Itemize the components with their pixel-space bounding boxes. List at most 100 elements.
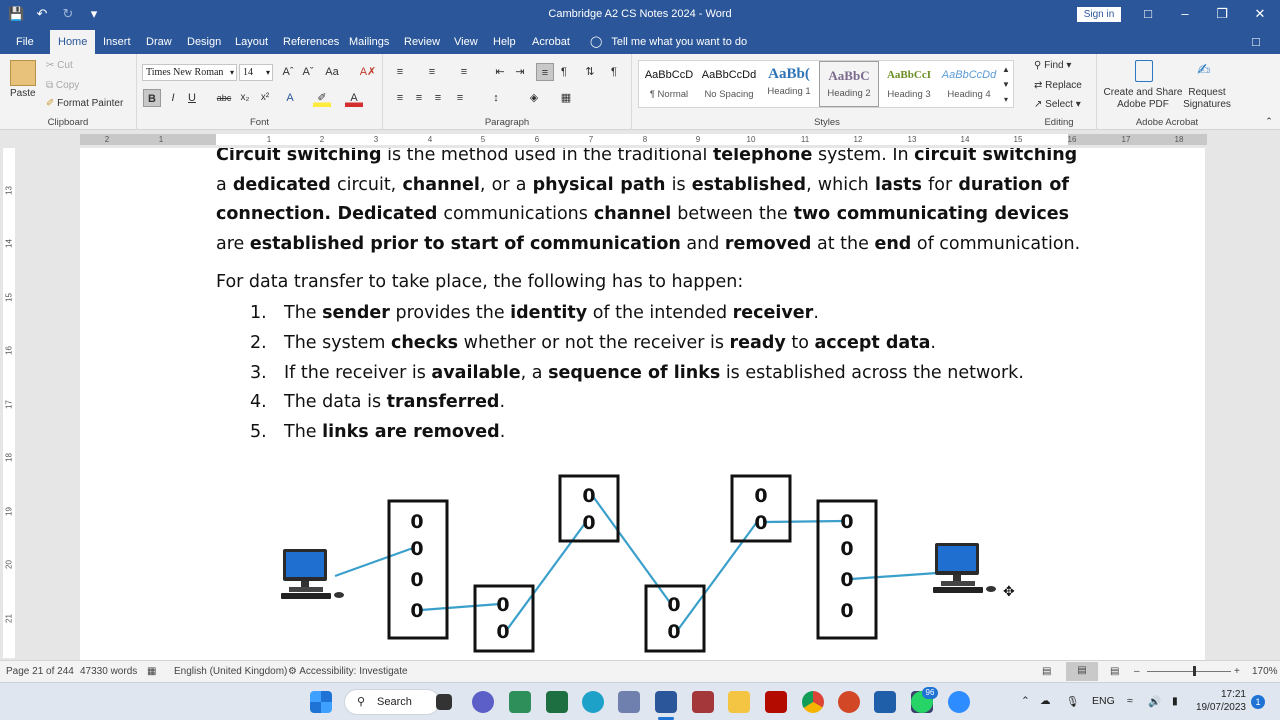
borders-icon[interactable]: ▦ bbox=[557, 89, 575, 107]
style-heading-4[interactable]: AaBbCcDd Heading 4 bbox=[939, 61, 999, 107]
tell-me-search[interactable]: ◯ Tell me what you want to do bbox=[590, 30, 747, 54]
replace-button[interactable]: ⇄ Replace bbox=[1034, 80, 1082, 91]
decrease-indent-icon[interactable]: ⇤ bbox=[491, 63, 509, 81]
tab-view[interactable]: View bbox=[454, 30, 478, 54]
close-button[interactable]: ✕ bbox=[1250, 5, 1270, 23]
horizontal-ruler[interactable]: 2 1 1 2 3 4 5 6 7 8 9 10 11 12 13 14 15 16 17 18 bbox=[0, 131, 1280, 148]
taskbar-search[interactable]: ⚲ Search bbox=[344, 689, 440, 715]
print-layout-icon[interactable]: ▤ bbox=[1066, 662, 1098, 681]
superscript-button[interactable]: x² bbox=[256, 89, 274, 107]
zoom-out-button[interactable]: – bbox=[1134, 666, 1140, 677]
web-layout-icon[interactable]: ▤ bbox=[1110, 666, 1119, 677]
access-icon[interactable] bbox=[692, 691, 714, 713]
select-button[interactable]: ↗ Select ▾ bbox=[1034, 99, 1081, 110]
tab-file[interactable]: File bbox=[16, 30, 34, 54]
italic-button[interactable]: I bbox=[164, 89, 182, 107]
word-count[interactable]: 47330 words bbox=[80, 666, 137, 677]
show-hidden-icons[interactable]: ⌃ bbox=[1021, 695, 1030, 707]
style-heading-2[interactable]: AaBbC Heading 2 bbox=[819, 61, 879, 107]
create-share-pdf-button[interactable]: Create and Share Adobe PDF bbox=[1103, 87, 1183, 111]
justify-icon[interactable]: ≡ bbox=[451, 89, 469, 107]
tab-mailings[interactable]: Mailings bbox=[349, 30, 389, 54]
format-painter-button[interactable]: ✐ Format Painter bbox=[46, 98, 123, 109]
underline-button[interactable]: U bbox=[183, 89, 201, 107]
styles-more-icon[interactable]: ▾ bbox=[999, 91, 1013, 109]
minimize-button[interactable]: – bbox=[1175, 5, 1195, 23]
paragraph-direction-icon[interactable]: ¶ bbox=[555, 63, 573, 81]
numbering-icon[interactable]: ≡ bbox=[423, 63, 441, 81]
excel-icon[interactable] bbox=[546, 691, 568, 713]
grow-font-icon[interactable]: Aˆ bbox=[279, 63, 297, 81]
text-effects-icon[interactable]: A bbox=[281, 89, 299, 107]
shading-icon[interactable]: ◈ bbox=[525, 89, 543, 107]
windows-start-icon[interactable] bbox=[310, 691, 332, 713]
tab-draw[interactable]: Draw bbox=[146, 30, 172, 54]
style-heading-3[interactable]: AaBbCcI Heading 3 bbox=[879, 61, 939, 107]
tab-review[interactable]: Review bbox=[404, 30, 440, 54]
app-icon[interactable] bbox=[618, 691, 640, 713]
powerpoint-icon[interactable] bbox=[838, 691, 860, 713]
shrink-font-icon[interactable]: Aˇ bbox=[299, 63, 317, 81]
acrobat-icon[interactable] bbox=[765, 691, 787, 713]
task-view-icon[interactable] bbox=[436, 694, 452, 710]
zoom-slider-thumb[interactable] bbox=[1193, 666, 1196, 676]
proofing-icon[interactable]: ▦ bbox=[147, 666, 156, 677]
cut-button[interactable]: ✂ Cut bbox=[46, 60, 73, 71]
style-normal[interactable]: AaBbCcD ¶ Normal bbox=[639, 61, 699, 107]
align-right-icon[interactable]: ≡ bbox=[429, 89, 447, 107]
multilevel-list-icon[interactable]: ≡ bbox=[455, 63, 473, 81]
store-icon[interactable] bbox=[874, 691, 896, 713]
edge-icon[interactable] bbox=[582, 691, 604, 713]
paste-icon[interactable] bbox=[10, 60, 36, 86]
zoom-in-button[interactable]: + bbox=[1234, 666, 1240, 677]
request-signatures-button[interactable]: Request Signatures bbox=[1181, 87, 1233, 111]
vertical-ruler[interactable]: 13 14 15 16 17 18 19 20 21 bbox=[0, 148, 18, 658]
find-button[interactable]: ⚲ Find ▾ bbox=[1034, 60, 1071, 71]
tab-layout[interactable]: Layout bbox=[235, 30, 268, 54]
file-explorer-icon[interactable] bbox=[728, 691, 750, 713]
word-icon[interactable] bbox=[655, 691, 677, 713]
tab-help[interactable]: Help bbox=[493, 30, 516, 54]
strikethrough-button[interactable]: abc bbox=[215, 89, 233, 107]
ribbon-display-options-icon[interactable]: □ bbox=[1138, 5, 1158, 23]
subscript-button[interactable]: x₂ bbox=[236, 89, 254, 107]
text-direction-icon[interactable]: ≡ bbox=[536, 63, 554, 81]
change-case-icon[interactable]: Aa bbox=[323, 63, 341, 81]
highlight-icon[interactable]: ✐ bbox=[313, 89, 331, 107]
battery-icon[interactable]: ▮ bbox=[1172, 695, 1178, 707]
system-clock[interactable]: 17:21 19/07/2023 bbox=[1194, 688, 1246, 714]
wifi-icon[interactable]: ≈ bbox=[1127, 695, 1133, 707]
zoom-app-icon[interactable] bbox=[948, 691, 970, 713]
font-name-combobox[interactable]: Times New Roman ▾ bbox=[142, 64, 237, 81]
volume-icon[interactable]: 🔊 bbox=[1148, 695, 1161, 708]
maximize-button[interactable]: ❐ bbox=[1212, 5, 1232, 23]
show-formatting-marks-icon[interactable]: ¶ bbox=[605, 63, 623, 81]
tab-acrobat[interactable]: Acrobat bbox=[532, 30, 570, 54]
language-tray[interactable]: ENG bbox=[1092, 695, 1115, 707]
line-spacing-icon[interactable]: ↕ bbox=[487, 89, 505, 107]
bold-button[interactable]: B bbox=[143, 89, 161, 107]
snipping-tool-icon[interactable] bbox=[509, 691, 531, 713]
teams-chat-icon[interactable] bbox=[472, 691, 494, 713]
accessibility-status[interactable]: ⚙ Accessibility: Investigate bbox=[288, 666, 408, 677]
clear-formatting-icon[interactable]: A✗ bbox=[359, 63, 377, 81]
bullets-icon[interactable]: ≡ bbox=[391, 63, 409, 81]
chrome-icon[interactable] bbox=[802, 691, 824, 713]
tab-references[interactable]: References bbox=[283, 30, 339, 54]
page-count[interactable]: Page 21 of 244 bbox=[6, 666, 74, 677]
comments-icon[interactable]: □ bbox=[1252, 30, 1260, 54]
style-heading-1[interactable]: AaBb(Heading 1 bbox=[759, 61, 819, 107]
font-size-combobox[interactable]: 14 ▾ bbox=[239, 64, 273, 81]
paste-button[interactable]: Paste bbox=[10, 88, 36, 99]
align-left-icon[interactable]: ≡ bbox=[391, 89, 409, 107]
style-no-spacing[interactable]: AaBbCcDd No Spacing bbox=[699, 61, 759, 107]
sort-icon[interactable]: ⇅ bbox=[581, 63, 599, 81]
document-page[interactable]: Circuit switching is the method used in … bbox=[80, 148, 1205, 660]
tab-design[interactable]: Design bbox=[187, 30, 221, 54]
increase-indent-icon[interactable]: ⇥ bbox=[511, 63, 529, 81]
microphone-icon[interactable]: 🎙 bbox=[1066, 695, 1079, 708]
onedrive-icon[interactable]: ☁ bbox=[1040, 695, 1051, 707]
tab-home[interactable]: Home bbox=[50, 30, 96, 54]
notification-badge[interactable]: 1 bbox=[1251, 695, 1265, 709]
collapse-ribbon-icon[interactable]: ⌃ bbox=[1260, 112, 1278, 130]
